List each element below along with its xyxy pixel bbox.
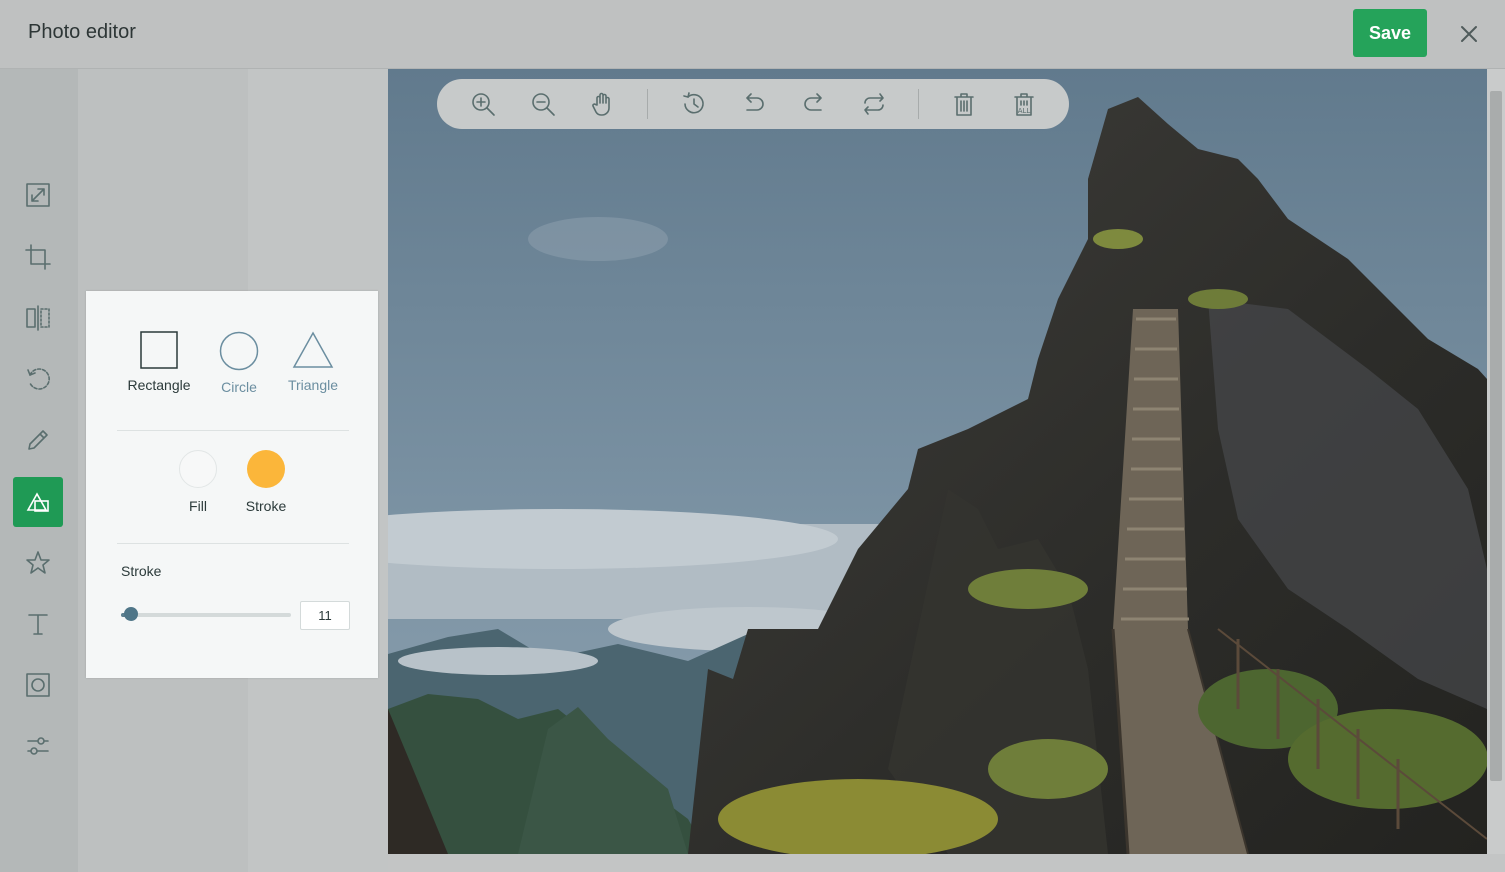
zoom-in-icon[interactable] [468, 89, 498, 119]
filter-icon [27, 737, 49, 755]
shape-circle-option[interactable]: Circle [199, 331, 279, 395]
rectangle-icon [140, 331, 178, 369]
resize-tool-button[interactable] [13, 170, 63, 220]
flip-icon [26, 305, 50, 331]
fill-color-swatch[interactable] [179, 450, 217, 488]
filter-tool-button[interactable] [13, 721, 63, 771]
shape-panel: Rectangle Circle Triangle Fill Stroke St… [86, 291, 378, 678]
rotate-tool-button[interactable] [13, 354, 63, 404]
shape-rectangle-label: Rectangle [127, 377, 191, 393]
toolbar-divider [918, 89, 919, 119]
circle-icon [219, 331, 259, 371]
reset-icon[interactable] [859, 89, 889, 119]
hand-icon[interactable] [588, 89, 618, 119]
fill-color-option[interactable]: Fill [168, 450, 228, 514]
zoom-out-icon[interactable] [528, 89, 558, 119]
resize-icon [26, 183, 50, 207]
undo-icon[interactable] [739, 89, 769, 119]
fill-label: Fill [189, 498, 207, 514]
vertical-scrollbar[interactable] [1487, 69, 1505, 854]
horizontal-scrollbar[interactable] [388, 854, 1505, 872]
shape-tool-button[interactable] [13, 477, 63, 527]
crop-icon [25, 244, 51, 270]
shape-triangle-label: Triangle [287, 377, 339, 393]
shape-triangle-option[interactable]: Triangle [273, 331, 353, 393]
mask-icon [26, 673, 50, 697]
stroke-color-swatch[interactable] [247, 450, 285, 488]
mountain-photo [388, 69, 1487, 854]
stroke-width-title: Stroke [121, 563, 162, 579]
crop-tool-button[interactable] [13, 232, 63, 282]
header-bar: Photo editor Save [0, 0, 1505, 69]
stroke-width-slider-handle[interactable] [124, 607, 139, 621]
svg-text:ALL: ALL [1018, 107, 1031, 115]
delete-all-icon[interactable]: ALL [1009, 89, 1039, 119]
flip-tool-button[interactable] [13, 293, 63, 343]
text-icon [28, 614, 48, 635]
stroke-width-input[interactable] [300, 601, 350, 630]
panel-divider [117, 543, 349, 544]
text-tool-button[interactable] [13, 599, 63, 649]
rotate-icon [27, 368, 50, 390]
tool-sidebar [0, 69, 78, 872]
triangle-icon [292, 331, 334, 368]
vertical-scrollbar-thumb[interactable] [1490, 91, 1502, 781]
draw-tool-button[interactable] [13, 415, 63, 465]
redo-icon[interactable] [799, 89, 829, 119]
toolbar-divider [647, 89, 648, 119]
history-icon[interactable] [679, 89, 709, 119]
shape-circle-label: Circle [221, 379, 257, 395]
save-button[interactable]: Save [1353, 9, 1427, 57]
delete-icon[interactable] [949, 89, 979, 119]
panel-divider [117, 430, 349, 431]
stroke-color-option[interactable]: Stroke [236, 450, 296, 514]
mask-tool-button[interactable] [13, 660, 63, 710]
shape-icon [26, 492, 49, 512]
draw-icon [28, 430, 48, 450]
icon-tool-button[interactable] [13, 538, 63, 588]
stroke-width-slider[interactable] [121, 607, 291, 621]
close-icon[interactable] [1455, 20, 1483, 48]
shape-rectangle-option[interactable]: Rectangle [119, 331, 199, 393]
page-title: Photo editor [28, 21, 136, 43]
canvas-toolbar: ALL [437, 79, 1069, 129]
star-icon [26, 551, 50, 574]
photo-canvas[interactable] [388, 69, 1487, 854]
stroke-color-label: Stroke [245, 498, 287, 514]
